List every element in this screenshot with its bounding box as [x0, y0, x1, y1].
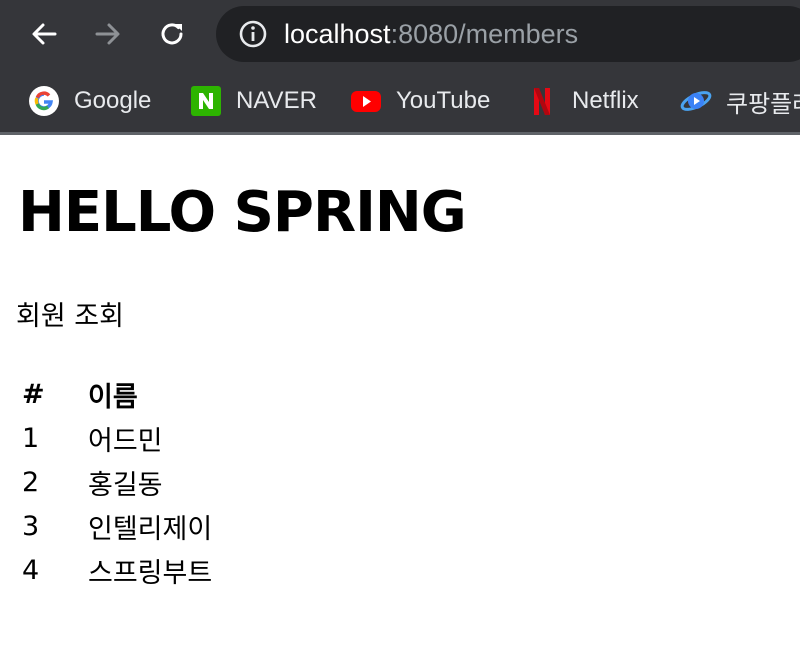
page-title: HELLO SPRING: [18, 180, 467, 245]
google-icon: [28, 85, 60, 117]
url-path: :8080/members: [390, 19, 579, 49]
info-icon[interactable]: [238, 19, 268, 49]
bookmarks-bar: Google NAVER YouTube Netflix 쿠팡플: [0, 68, 800, 135]
netflix-icon: [526, 85, 558, 117]
member-id: 4: [22, 554, 40, 586]
forward-button[interactable]: [88, 14, 128, 54]
url-host: localhost: [284, 19, 391, 49]
member-id: 3: [22, 510, 40, 542]
browser-toolbar: localhost:8080/members: [0, 0, 800, 68]
page-subtitle: 회원 조회: [16, 301, 124, 332]
table-row: 2 홍길동: [20, 462, 214, 502]
member-id: 2: [22, 466, 40, 498]
arrow-right-icon: [95, 23, 120, 45]
table-header-row: # 이름: [20, 374, 214, 414]
reload-icon: [161, 23, 183, 45]
bookmark-naver[interactable]: NAVER: [190, 81, 317, 121]
member-name: 스프링부트: [88, 557, 213, 589]
member-id: 1: [22, 422, 40, 454]
bookmark-label: Netflix: [572, 87, 639, 114]
bookmark-coupang-play[interactable]: 쿠팡플레: [680, 81, 800, 121]
naver-icon: [190, 85, 222, 117]
member-name: 어드민: [88, 425, 163, 457]
address-bar[interactable]: localhost:8080/members: [216, 6, 800, 62]
bookmark-youtube[interactable]: YouTube: [350, 81, 490, 121]
bookmark-google[interactable]: Google: [28, 81, 151, 121]
bookmark-label: NAVER: [236, 87, 317, 114]
back-button[interactable]: [24, 14, 64, 54]
table-row: 4 스프링부트: [20, 550, 214, 590]
bookmark-netflix[interactable]: Netflix: [526, 81, 639, 121]
table-row: 1 어드민: [20, 418, 214, 458]
members-table: # 이름 1 어드민 2 홍길동 3 인텔리제이 4 스프링부트: [16, 370, 218, 594]
url-text: localhost:8080/members: [284, 19, 578, 49]
table-row: 3 인텔리제이: [20, 506, 214, 546]
member-name: 홍길동: [88, 469, 163, 501]
column-header-id: #: [22, 378, 45, 410]
arrow-left-icon: [32, 23, 57, 45]
bookmark-label: 쿠팡플레: [726, 90, 800, 118]
coupang-play-icon: [680, 85, 712, 117]
bookmark-label: Google: [74, 87, 152, 114]
member-name: 인텔리제이: [88, 513, 213, 545]
page-content: HELLO SPRING 회원 조회 # 이름 1 어드민 2 홍길동 3 인텔…: [0, 135, 800, 672]
reload-button[interactable]: [152, 14, 192, 54]
column-header-name: 이름: [88, 381, 138, 413]
youtube-icon: [350, 85, 382, 117]
bookmark-label: YouTube: [396, 87, 491, 114]
